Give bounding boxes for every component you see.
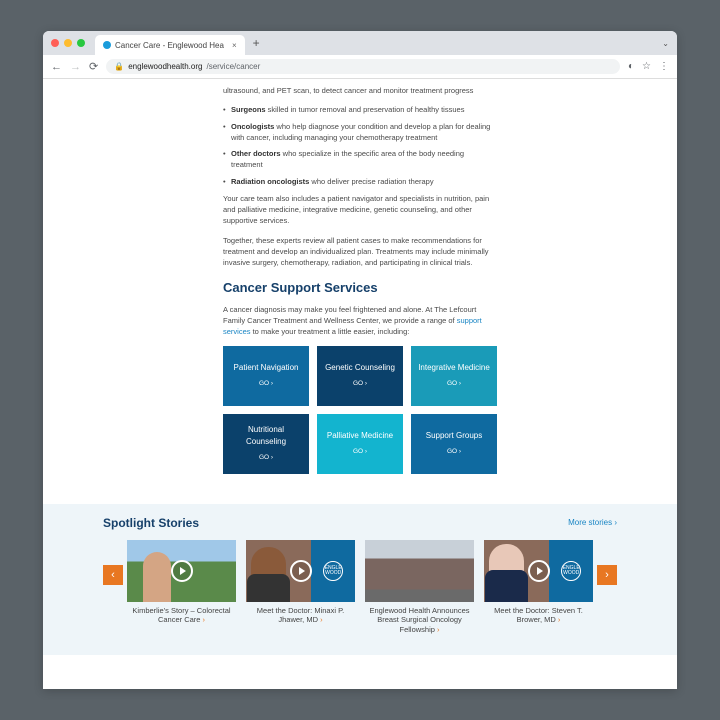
story-card[interactable]: Kimberlie's Story – Colorectal Cancer Ca… (127, 540, 236, 635)
story-caption: Meet the Doctor: Minaxi P. Jhawer, MD (246, 606, 355, 626)
tile-palliative-medicine[interactable]: Palliative MedicineGO › (317, 414, 403, 474)
more-stories-link[interactable]: More stories › (568, 518, 617, 527)
article-content: ultrasound, and PET scan, to detect canc… (43, 79, 677, 474)
support-tiles: Patient NavigationGO › Genetic Counselin… (223, 346, 497, 474)
tab-title: Cancer Care - Englewood Hea (115, 41, 224, 50)
story-caption: Englewood Health Announces Breast Surgic… (365, 606, 474, 635)
address-bar: ← → ⟳ 🔒 englewoodhealth.org/service/canc… (43, 55, 677, 79)
extension-icon[interactable]: ◐ (628, 61, 634, 72)
story-card[interactable]: ENGLEWOOD Meet the Doctor: Minaxi P. Jha… (246, 540, 355, 635)
forward-button[interactable]: → (70, 61, 81, 73)
titlebar: Cancer Care - Englewood Hea × + ⌄ (43, 31, 677, 55)
para-team: Your care team also includes a patient n… (223, 193, 497, 227)
lock-icon: 🔒 (114, 62, 124, 71)
browser-tab[interactable]: Cancer Care - Englewood Hea × (95, 35, 245, 55)
minimize-window[interactable] (64, 39, 72, 47)
url-path: /service/cancer (206, 62, 260, 71)
carousel-prev[interactable]: ‹ (103, 565, 123, 585)
list-item: Other doctors who specialize in the spec… (223, 148, 497, 171)
url-host: englewoodhealth.org (128, 62, 202, 71)
close-tab-icon[interactable]: × (232, 41, 237, 50)
logo-icon: ENGLEWOOD (323, 561, 343, 581)
carousel: ‹ Kimberlie's Story – Colorectal Cancer … (103, 540, 617, 635)
new-tab-button[interactable]: + (253, 36, 260, 50)
para-experts: Together, these experts review all patie… (223, 235, 497, 269)
favicon-icon (103, 41, 111, 49)
tile-integrative-medicine[interactable]: Integrative MedicineGO › (411, 346, 497, 406)
maximize-window[interactable] (77, 39, 85, 47)
carousel-next[interactable]: › (597, 565, 617, 585)
tile-support-groups[interactable]: Support GroupsGO › (411, 414, 497, 474)
support-intro: A cancer diagnosis may make you feel fri… (223, 304, 497, 338)
tile-patient-navigation[interactable]: Patient NavigationGO › (223, 346, 309, 406)
reload-button[interactable]: ⟳ (89, 60, 98, 73)
play-icon (171, 560, 193, 582)
list-item: Surgeons skilled in tumor removal and pr… (223, 104, 497, 115)
bookmark-icon[interactable]: ☆ (642, 61, 651, 72)
story-card[interactable]: ENGLEWOOD Meet the Doctor: Steven T. Bro… (484, 540, 593, 635)
snippet: ultrasound, and PET scan, to detect canc… (223, 85, 497, 96)
back-button[interactable]: ← (51, 61, 62, 73)
story-card[interactable]: Englewood Health Announces Breast Surgic… (365, 540, 474, 635)
tile-genetic-counseling[interactable]: Genetic CounselingGO › (317, 346, 403, 406)
spotlight-section: Spotlight Stories More stories › ‹ Kimbe… (43, 504, 677, 655)
close-window[interactable] (51, 39, 59, 47)
logo-icon: ENGLEWOOD (561, 561, 581, 581)
browser-window: Cancer Care - Englewood Hea × + ⌄ ← → ⟳ … (43, 31, 677, 689)
specialist-list: Surgeons skilled in tumor removal and pr… (223, 104, 497, 187)
support-heading: Cancer Support Services (223, 278, 497, 298)
play-icon (528, 560, 550, 582)
tile-nutritional-counseling[interactable]: Nutritional CounselingGO › (223, 414, 309, 474)
tabs-dropdown-icon[interactable]: ⌄ (662, 39, 669, 48)
list-item: Radiation oncologists who deliver precis… (223, 176, 497, 187)
url-field[interactable]: 🔒 englewoodhealth.org/service/cancer (106, 59, 620, 74)
window-controls (51, 39, 85, 47)
story-caption: Kimberlie's Story – Colorectal Cancer Ca… (127, 606, 236, 626)
list-item: Oncologists who help diagnose your condi… (223, 121, 497, 144)
play-icon (290, 560, 312, 582)
viewport: ultrasound, and PET scan, to detect canc… (43, 79, 677, 689)
story-caption: Meet the Doctor: Steven T. Brower, MD (484, 606, 593, 626)
spotlight-heading: Spotlight Stories (103, 516, 199, 530)
menu-icon[interactable]: ⋮ (659, 61, 669, 72)
